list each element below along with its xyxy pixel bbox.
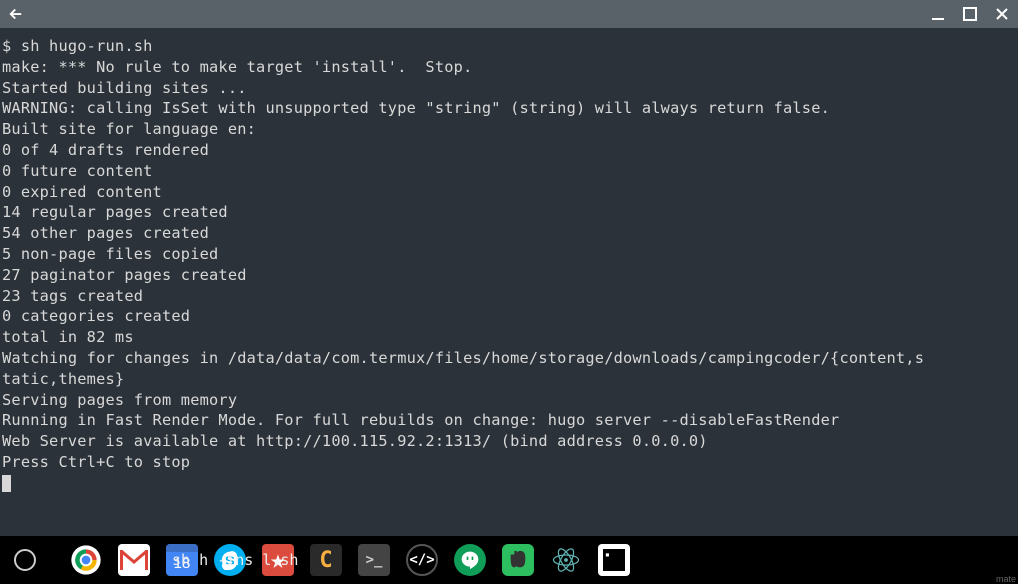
terminal-line: 23 tags created [2,286,1018,307]
terminal-line: 54 other pages created [2,223,1018,244]
titlebar [0,0,1018,28]
terminal-cursor [2,473,1018,494]
taskbar-overlay-text: sh h -ins l.sh [172,551,298,569]
terminal-line: Built site for language en: [2,119,1018,140]
minimize-button[interactable] [926,2,950,26]
terminal-line: Watching for changes in /data/data/com.t… [2,348,1018,369]
atom-icon[interactable] [550,544,582,576]
close-button[interactable] [990,2,1014,26]
titlebar-left [4,2,28,26]
hangouts-icon[interactable] [454,544,486,576]
termux-icon[interactable]: ▪ [598,544,630,576]
terminal-line: WARNING: calling IsSet with unsupported … [2,98,1018,119]
terminal-line: make: *** No rule to make target 'instal… [2,57,1018,78]
terminal-line: total in 82 ms [2,327,1018,348]
terminal-line: 5 non-page files copied [2,244,1018,265]
terminal-line: Started building sites ... [2,78,1018,99]
taskbar-watermark: mate [996,574,1016,584]
terminal-line: Press Ctrl+C to stop [2,452,1018,473]
terminal-line: 0 categories created [2,306,1018,327]
taskbar: 18 ★ C >_ </> ▪ sh h -ins l.sh mate [0,536,1018,584]
maximize-button[interactable] [958,2,982,26]
terminal-line: 0 expired content [2,182,1018,203]
titlebar-right [926,2,1014,26]
terminal-app-icon[interactable]: >_ [358,544,390,576]
terminal-line: tatic,themes} [2,369,1018,390]
terminal-line: 0 of 4 drafts rendered [2,140,1018,161]
evernote-icon[interactable] [502,544,534,576]
terminal-prompt-line: $ sh hugo-run.sh [2,36,1018,57]
terminal-output[interactable]: $ sh hugo-run.sh make: *** No rule to ma… [0,28,1018,494]
code-icon[interactable]: </> [406,544,438,576]
terminal-line: 14 regular pages created [2,202,1018,223]
terminal-line: Web Server is available at http://100.11… [2,431,1018,452]
terminal-line: 27 paginator pages created [2,265,1018,286]
terminal-line: Serving pages from memory [2,390,1018,411]
launcher-button[interactable] [14,549,36,571]
c-app-icon[interactable]: C [310,544,342,576]
terminal-line: Running in Fast Render Mode. For full re… [2,410,1018,431]
chrome-icon[interactable] [70,544,102,576]
terminal-line: 0 future content [2,161,1018,182]
gmail-icon[interactable] [118,544,150,576]
back-button[interactable] [4,2,28,26]
